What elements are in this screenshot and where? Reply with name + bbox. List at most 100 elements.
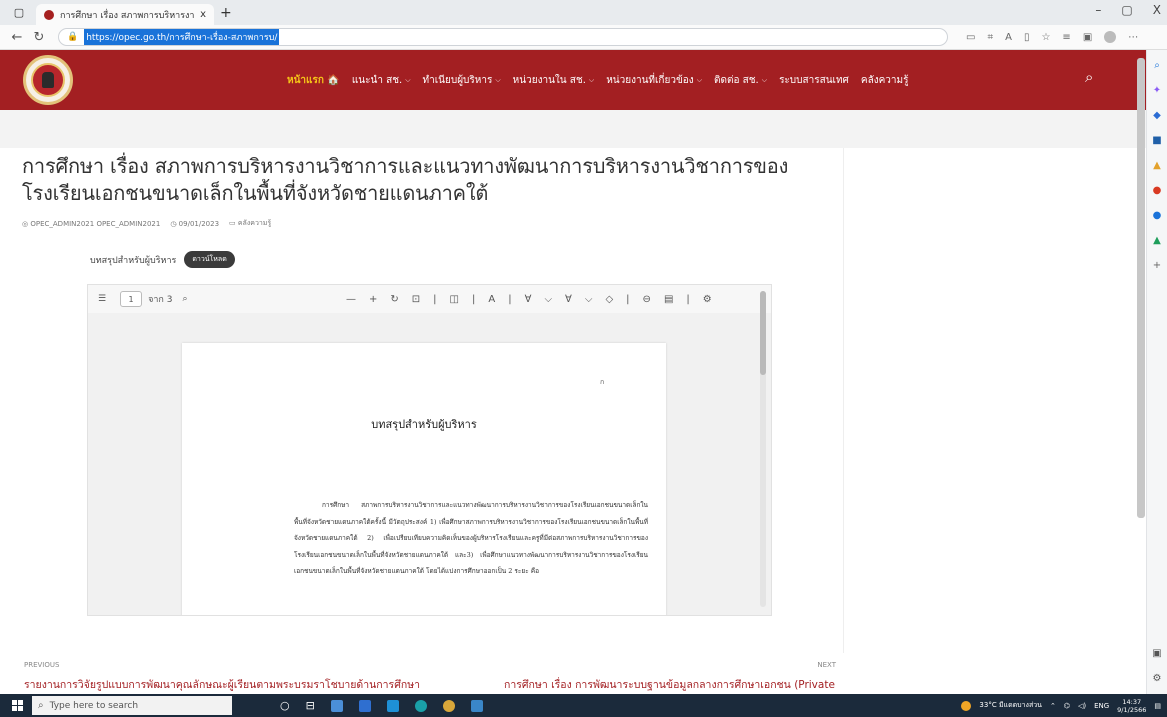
page-number-input[interactable]: 1 xyxy=(120,291,143,307)
highlight-icon[interactable]: ∀ xyxy=(565,294,572,305)
notifications-icon[interactable]: ▤ xyxy=(1154,702,1161,710)
sidebar-add-icon[interactable]: + xyxy=(1153,260,1161,272)
volume-icon[interactable]: ◁) xyxy=(1078,702,1086,710)
next-post-link[interactable]: การศึกษา เรื่อง การพัฒนาระบบฐานข้อมูลกลา… xyxy=(504,676,835,693)
nav-knowledge[interactable]: คลังความรู้ xyxy=(861,73,909,88)
rotate-icon[interactable]: ↻ xyxy=(390,294,398,305)
pdf-search-icon[interactable]: ⌕ xyxy=(182,294,187,304)
profile-avatar[interactable] xyxy=(1104,31,1117,43)
read-aloud-icon[interactable]: A xyxy=(488,294,495,305)
pdf-heading: บทสรุปสำหรับผู้บริหาร xyxy=(371,418,477,431)
download-button[interactable]: ดาวน์โหลด xyxy=(184,251,235,268)
nav-executives[interactable]: ทำเนียบผู้บริหาร ⌵ xyxy=(423,73,501,88)
favorite-icon[interactable]: ☆ xyxy=(1041,32,1050,43)
lock-icon[interactable]: 🔒 xyxy=(67,32,78,42)
draw-options-icon[interactable]: ⌵ xyxy=(544,294,552,305)
taskbar-search[interactable]: ⌕ Type here to search xyxy=(32,696,232,715)
zoom-in-icon[interactable]: + xyxy=(369,294,377,305)
collections-icon[interactable]: ▣ xyxy=(1083,32,1092,43)
weather-text[interactable]: 33°C มีแดดบางส่วน xyxy=(979,700,1042,711)
pdf-page: ก บทสรุปสำหรับผู้บริหาร การศึกษา สภาพการ… xyxy=(182,343,666,615)
nav-information-system[interactable]: ระบบสารสนเทศ xyxy=(779,73,849,88)
pdf-label-row: บทสรุปสำหรับผู้บริหาร ดาวน์โหลด xyxy=(90,251,235,268)
start-button[interactable] xyxy=(6,694,28,717)
new-tab-button[interactable]: + xyxy=(220,5,232,21)
minimize-button[interactable]: – xyxy=(1095,3,1101,17)
author[interactable]: ◎ OPEC_ADMIN2021 OPEC_ADMIN2021 xyxy=(22,220,160,228)
tab-actions-icon[interactable]: ▢ xyxy=(8,4,30,22)
print-icon[interactable]: ⊖ xyxy=(643,294,651,305)
task-view-icon[interactable]: ⊟ xyxy=(306,699,315,712)
pdf-tools: — + ↻ ⊡ | ◫ | A | ∀ ⌵ ∀ ⌵ ◇ | ⊖ ▤ | ⚙ xyxy=(346,285,712,313)
taskbar-app-icon[interactable] xyxy=(358,699,371,712)
draw-icon[interactable]: ∀ xyxy=(525,294,532,305)
favorites-list-icon[interactable]: ≡ xyxy=(1062,32,1070,43)
divider: | xyxy=(472,293,476,305)
app-available-icon[interactable]: ▭ xyxy=(966,32,975,43)
search-icon[interactable]: ⌕ xyxy=(1085,68,1093,86)
nav-home[interactable]: หน้าแรก 🏠 xyxy=(287,73,340,88)
page-scrollbar[interactable] xyxy=(1137,58,1145,678)
sidebar-settings-icon[interactable]: ⚙ xyxy=(1153,673,1162,684)
pdf-paragraph: การศึกษา สภาพการบริหารงานวิชาการและแนวทา… xyxy=(294,501,648,575)
weather-icon[interactable] xyxy=(961,700,972,711)
nav-contact[interactable]: ติดต่อ สช. ⌵ xyxy=(714,73,767,88)
contents-icon[interactable]: ☰ xyxy=(98,294,106,304)
cortana-icon[interactable]: ○ xyxy=(280,699,290,712)
tray-chevron-icon[interactable]: ⌃ xyxy=(1050,702,1056,710)
sidebar-discover-icon[interactable]: ✦ xyxy=(1153,85,1161,97)
browser-tab[interactable]: การศึกษา เรื่อง สภาพการบริหารงานวิ x xyxy=(36,3,214,26)
read-aloud-icon[interactable]: A xyxy=(1005,32,1012,43)
previous-post-link[interactable]: รายงานการวิจัยรูปแบบการพัฒนาคุณลักษณะผู้… xyxy=(24,676,420,693)
reading-view-icon[interactable]: ▯ xyxy=(1024,32,1030,43)
more-menu-icon[interactable]: ⋯ xyxy=(1128,32,1138,43)
sidebar-search-icon[interactable]: ⌕ xyxy=(1154,60,1160,72)
previous-label: PREVIOUS xyxy=(24,661,60,669)
fit-page-icon[interactable]: ⊡ xyxy=(412,294,420,305)
refresh-icon[interactable]: ↻ xyxy=(28,30,50,45)
taskbar-app-icon[interactable] xyxy=(470,699,483,712)
nav-departments[interactable]: หน่วยงานใน สช. ⌵ xyxy=(513,73,595,88)
back-icon[interactable]: ← xyxy=(6,30,28,45)
page-scrollbar-thumb[interactable] xyxy=(1137,58,1145,518)
chrome-icon[interactable] xyxy=(442,699,455,712)
chevron-down-icon: ⌵ xyxy=(588,75,595,84)
category-link[interactable]: ▭ คลังความรู้ xyxy=(229,218,271,229)
nav-about[interactable]: แนะนำ สช. ⌵ xyxy=(352,73,411,88)
close-window-button[interactable]: X xyxy=(1153,3,1161,17)
sidebar-layout-icon[interactable]: ▣ xyxy=(1152,648,1161,659)
window-controls: – ▢ X xyxy=(1095,3,1161,17)
pdf-scrollbar[interactable] xyxy=(760,291,766,607)
clock-date: 9/1/2566 xyxy=(1117,705,1147,714)
sidebar-outlook-icon[interactable]: ● xyxy=(1153,210,1162,222)
taskbar-app-icon[interactable] xyxy=(330,699,343,712)
sidebar-drop-icon[interactable]: ▲ xyxy=(1153,235,1161,247)
clock[interactable]: 14:37 9/1/2566 xyxy=(1117,698,1146,714)
pdf-scrollbar-thumb[interactable] xyxy=(760,291,766,375)
save-icon[interactable]: ▤ xyxy=(664,294,673,305)
page-total: จาก 3 xyxy=(148,295,173,305)
highlight-options-icon[interactable]: ⌵ xyxy=(585,294,593,305)
browser-toolbar-icons: ▭ ⌗ A ▯ ☆ ≡ ▣ ⋯ xyxy=(966,31,1138,43)
main-nav: หน้าแรก 🏠 แนะนำ สช. ⌵ ทำเนียบผู้บริหาร ⌵ ห… xyxy=(287,50,908,110)
url-field[interactable]: 🔒 https://opec.go.th/การศึกษา-เรื่อง-สภา… xyxy=(58,28,948,46)
sidebar-office-icon[interactable]: ● xyxy=(1153,185,1162,197)
edge-icon[interactable] xyxy=(414,699,427,712)
sidebar-games-icon[interactable]: ■ xyxy=(1152,135,1161,147)
nav-related-agencies[interactable]: หน่วยงานที่เกี่ยวข้อง ⌵ xyxy=(606,73,702,88)
pdf-settings-icon[interactable]: ⚙ xyxy=(703,294,712,305)
page-view-icon[interactable]: ◫ xyxy=(450,294,459,305)
network-icon[interactable]: ⌬ xyxy=(1064,702,1070,710)
close-tab-icon[interactable]: x xyxy=(200,9,206,20)
maximize-button[interactable]: ▢ xyxy=(1121,3,1132,17)
mail-icon[interactable] xyxy=(386,699,399,712)
zoom-out-icon[interactable]: — xyxy=(346,294,356,305)
translate-icon[interactable]: ⌗ xyxy=(987,32,993,43)
taskbar-apps: ○ ⊟ xyxy=(280,699,483,712)
site-logo[interactable] xyxy=(23,55,73,105)
chevron-down-icon: ⌵ xyxy=(405,75,411,84)
erase-icon[interactable]: ◇ xyxy=(605,294,613,305)
language-indicator[interactable]: ENG xyxy=(1094,702,1109,710)
sidebar-tools-icon[interactable]: ◆ xyxy=(1153,110,1161,122)
sidebar-shopping-icon[interactable]: ▲ xyxy=(1153,160,1161,172)
